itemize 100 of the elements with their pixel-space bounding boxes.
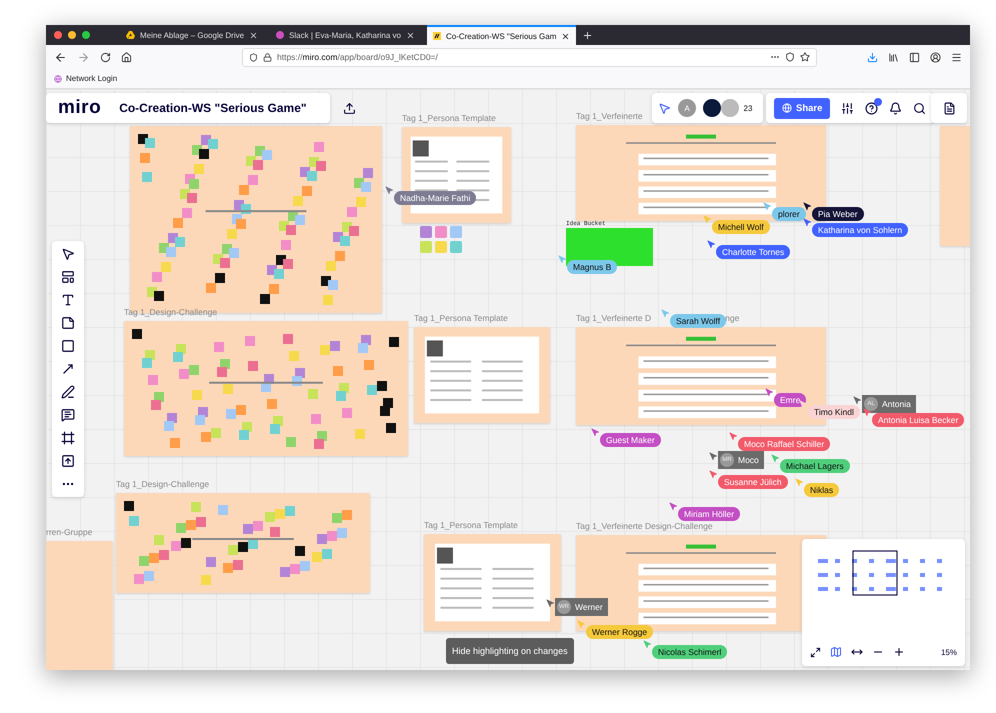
triangle-icon: [126, 31, 135, 39]
sticky-note-tool[interactable]: [61, 316, 75, 330]
zoom-level: 15%: [940, 648, 957, 656]
plus-icon[interactable]: [582, 30, 594, 40]
bookmark-link[interactable]: Network Login: [66, 74, 118, 83]
library-icon[interactable]: [888, 52, 899, 62]
minimap[interactable]: [818, 550, 942, 596]
frame-tool[interactable]: [61, 431, 75, 445]
frame-title: Tag 1_Persona Template: [402, 113, 496, 125]
close-icon[interactable]: [406, 30, 415, 40]
user-label: Sarah Wolff: [670, 314, 726, 328]
back-icon[interactable]: [54, 50, 67, 64]
shape-icon: [61, 339, 75, 353]
plus-icon: [893, 646, 905, 658]
browser-tab[interactable]: Meine Ablage – Google Drive: [120, 25, 264, 45]
notifications-button[interactable]: [889, 102, 902, 114]
avatar[interactable]: [703, 99, 721, 117]
arrow-tool[interactable]: [61, 362, 75, 376]
cursor-icon[interactable]: [658, 102, 671, 114]
logo[interactable]: miro: [58, 97, 102, 119]
lock-icon: [263, 52, 272, 62]
pen-tool[interactable]: [61, 385, 75, 399]
dot-icon: [276, 31, 284, 39]
globe-icon: [782, 103, 792, 113]
maximize-icon[interactable]: [82, 31, 90, 39]
share-button[interactable]: Share: [774, 98, 830, 118]
frame-card[interactable]: [402, 127, 511, 223]
user-label: Charlotte Tornes: [716, 245, 790, 259]
board-title[interactable]: Co-Creation-WS "Serious Game": [119, 101, 307, 115]
user-label: Timo Kindl: [808, 405, 860, 419]
browser-tab[interactable]: Slack | Eva-Maria, Katharina vo: [270, 25, 421, 45]
fullscreen-button[interactable]: [810, 646, 821, 658]
search-button[interactable]: [913, 102, 926, 114]
select-tool[interactable]: [61, 247, 75, 261]
browser-tab[interactable]: Co-Creation-WS "Serious Gam: [426, 25, 576, 45]
user-name: Moco: [738, 455, 759, 465]
frame-title: Tag 1_Persona Template: [424, 520, 518, 532]
frame-title: Tag 1_Design-Challenge: [124, 307, 218, 319]
text-icon: [61, 293, 75, 307]
frame-title: nge: [725, 313, 740, 325]
zoom-in-button[interactable]: [893, 646, 905, 658]
sliders-icon: [841, 102, 854, 114]
reload-icon[interactable]: [100, 52, 111, 62]
sticky-note-icon: [61, 316, 75, 330]
upload-tool[interactable]: [61, 454, 75, 468]
frame-card[interactable]: [424, 534, 561, 631]
notification-badge: [874, 98, 882, 106]
account-icon[interactable]: [930, 52, 941, 62]
bell-icon: [889, 102, 902, 114]
close-icon[interactable]: [249, 30, 258, 40]
shield-icon: [249, 52, 258, 62]
shape-tool[interactable]: [61, 339, 75, 353]
logo-icon: [432, 32, 441, 40]
home-icon[interactable]: [121, 52, 132, 62]
user-label: Michael Lagers: [780, 459, 850, 473]
user-label: Antonia Luisa Becker: [872, 413, 964, 427]
template-tool[interactable]: [61, 270, 75, 284]
frame-title: Tag 1_Verfeinerte: [576, 111, 643, 123]
upload-icon: [61, 454, 75, 468]
text-tool[interactable]: [61, 293, 75, 307]
hide-highlighting-button[interactable]: Hide highlighting on changes: [446, 638, 574, 664]
user-label: Guest Maker: [600, 433, 661, 447]
user-label: Miriam Höller: [678, 507, 740, 521]
select-icon: [61, 247, 75, 261]
notes-button[interactable]: [931, 93, 967, 123]
template-icon: [61, 270, 75, 284]
star-icon[interactable]: [800, 52, 810, 62]
user-label: Susanne Jülich: [718, 475, 788, 489]
frame-title: rren-Gruppe: [46, 527, 92, 539]
address-field[interactable]: https://miro.com/app/board/o9J_lKetCD0=/: [242, 48, 817, 66]
frame-title: Tag 1_Verfeinerte Design-Challenge: [576, 521, 713, 533]
forward-icon[interactable]: [77, 50, 90, 64]
user-label: Nadha-Marie Fathi: [394, 191, 476, 205]
frame-title: Tag 1_Persona Template: [414, 313, 508, 325]
globe-icon: [54, 74, 62, 82]
close-icon[interactable]: [561, 32, 570, 40]
settings-button[interactable]: [841, 102, 854, 114]
arrow-icon: [61, 362, 75, 376]
download-icon[interactable]: [867, 52, 878, 62]
user-label: Pia Weber: [812, 207, 864, 221]
help-icon: [865, 102, 878, 114]
search-icon: [913, 102, 926, 114]
user-label: Michell Wolf: [712, 220, 770, 234]
user-label: Niklas: [804, 483, 840, 497]
user-name: Antonia: [882, 399, 911, 409]
user-name: Werner: [575, 602, 603, 612]
user-label: Moco Raffael Schiller: [738, 437, 830, 451]
map-icon: [830, 646, 842, 658]
user-label: plorer: [772, 207, 806, 221]
pen-icon: [61, 385, 75, 399]
user-label: Werner Rogge: [586, 625, 654, 639]
comment-tool[interactable]: [61, 408, 75, 422]
sidebar-icon[interactable]: [909, 52, 920, 62]
frame-title: Tag 1_Verfeinerte D: [576, 313, 652, 325]
minimize-icon[interactable]: [68, 31, 76, 39]
frame-icon: [61, 431, 75, 445]
export-button[interactable]: [342, 102, 356, 114]
user-label: Magnus B: [567, 260, 618, 274]
map-button[interactable]: [830, 646, 842, 658]
menu-icon[interactable]: [951, 52, 962, 62]
